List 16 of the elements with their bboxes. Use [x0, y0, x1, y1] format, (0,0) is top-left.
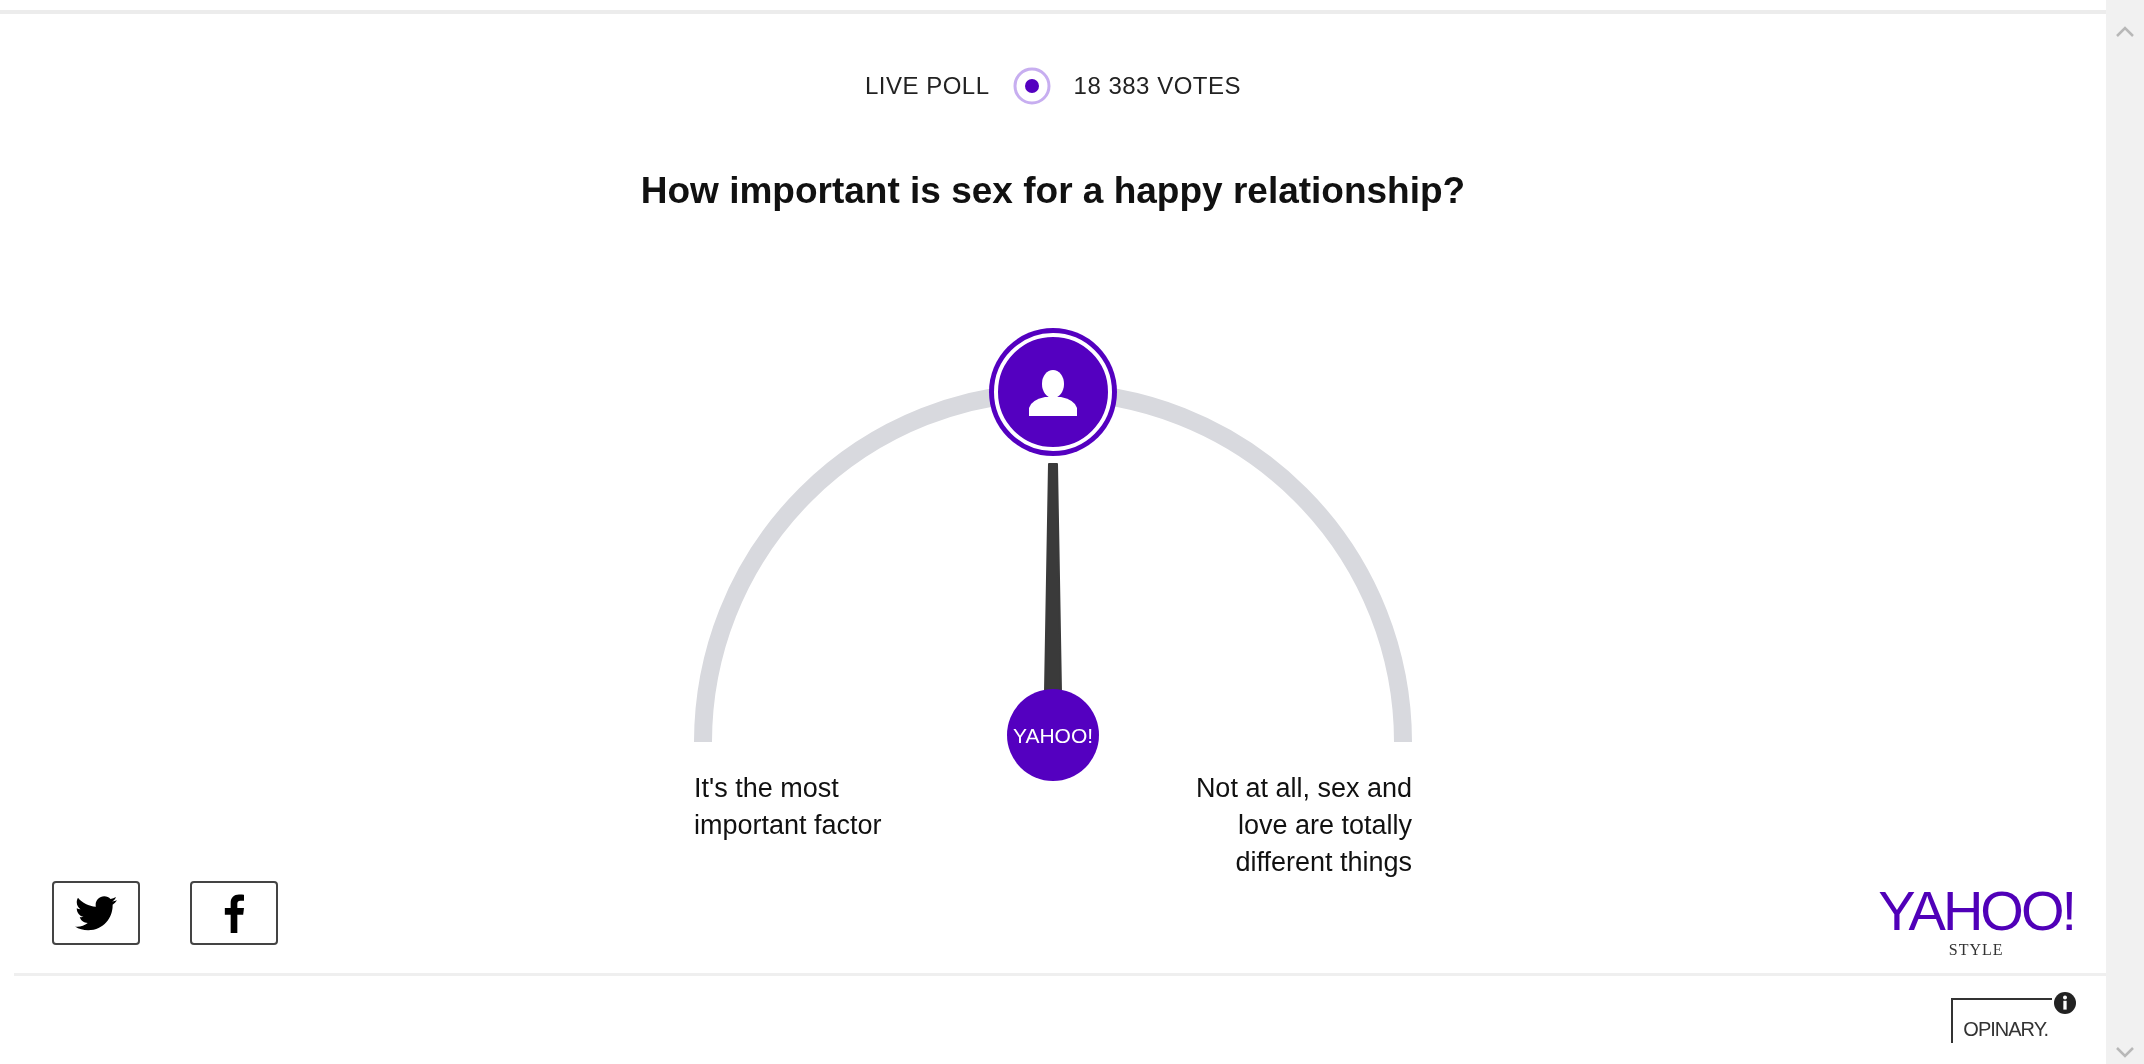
poll-question: How important is sex for a happy relationship?	[639, 170, 1467, 212]
slider-handle[interactable]	[989, 328, 1117, 456]
brand-section-text: STYLE	[1948, 941, 2004, 959]
facebook-share-button[interactable]	[190, 881, 278, 945]
person-icon	[1029, 370, 1077, 416]
twitter-share-button[interactable]	[52, 881, 140, 945]
min-answer-label: It's the most important factor	[694, 772, 883, 842]
live-poll-label: LIVE POLL	[865, 72, 990, 100]
pivot-logo-text: YAHOO!	[1012, 724, 1094, 747]
provider-logo[interactable]: OPINARY.	[1951, 998, 2052, 1043]
info-icon[interactable]	[2054, 992, 2076, 1014]
bird-icon	[75, 895, 117, 931]
max-answer-label: Not at all, sex and love are totally different things	[1194, 772, 1412, 879]
facebook-icon	[224, 893, 244, 933]
brand-logo-text: YAHOO!	[1878, 883, 2074, 939]
vote-count: 18 383 VOTES	[1073, 72, 1241, 100]
